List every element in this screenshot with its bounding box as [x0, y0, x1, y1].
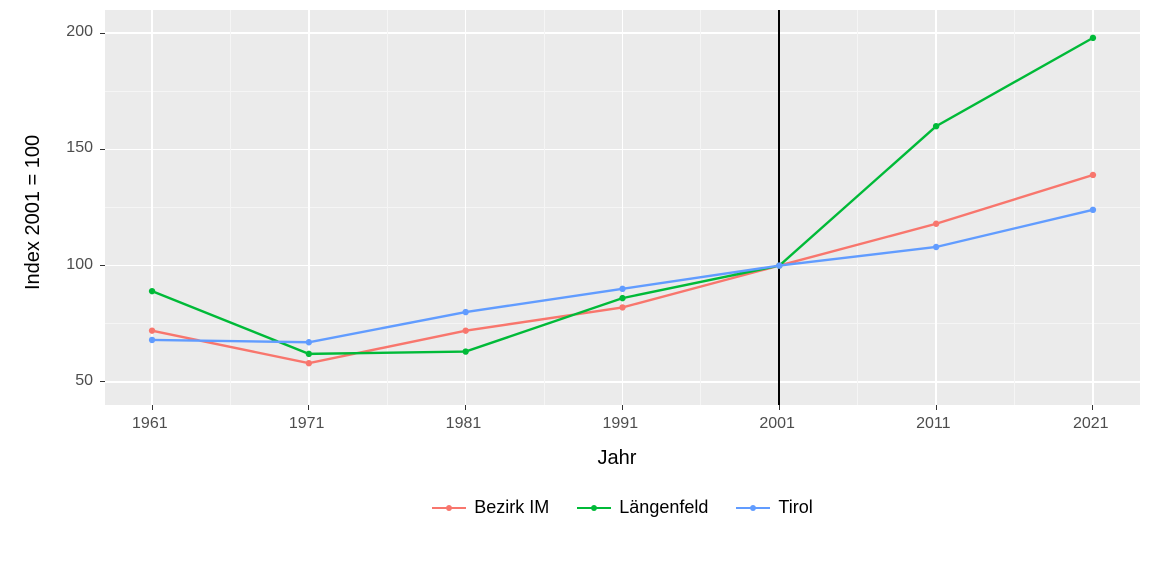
series-point	[1090, 35, 1096, 41]
y-tick-label: 200	[66, 23, 93, 41]
series-point	[933, 123, 939, 129]
legend-swatch	[577, 499, 611, 517]
series-point	[619, 295, 625, 301]
x-tick-label: 2021	[1073, 415, 1109, 433]
x-tick-mark	[465, 405, 466, 410]
x-tick-label: 1991	[603, 415, 639, 433]
series-point	[619, 286, 625, 292]
x-tick-mark	[1092, 405, 1093, 410]
x-tick-label: 2011	[916, 415, 950, 433]
series-point	[462, 309, 468, 315]
x-tick-mark	[779, 405, 780, 410]
y-tick-label: 50	[75, 372, 93, 390]
legend-label: Bezirk IM	[474, 497, 549, 518]
series-point	[1090, 172, 1096, 178]
x-tick-mark	[308, 405, 309, 410]
legend: Bezirk IM Längenfeld Tirol	[105, 497, 1140, 518]
series-point	[1090, 207, 1096, 213]
legend-item: Längenfeld	[577, 497, 708, 518]
y-tick-mark	[100, 33, 105, 34]
series-point	[149, 337, 155, 343]
series-point	[933, 244, 939, 250]
y-tick-label: 150	[66, 139, 93, 157]
legend-label: Längenfeld	[619, 497, 708, 518]
x-tick-label: 2001	[759, 415, 795, 433]
x-tick-label: 1961	[132, 415, 168, 433]
y-tick-mark	[100, 149, 105, 150]
legend-label: Tirol	[778, 497, 812, 518]
y-tick-mark	[100, 381, 105, 382]
series-point	[149, 327, 155, 333]
series-point	[149, 288, 155, 294]
series-point	[619, 304, 625, 310]
series-point	[933, 221, 939, 227]
legend-swatch	[432, 499, 466, 517]
series-point	[462, 327, 468, 333]
series-line	[152, 175, 1093, 363]
plot-lines	[0, 0, 1152, 576]
x-tick-label: 1981	[446, 415, 482, 433]
legend-swatch	[736, 499, 770, 517]
series-point	[776, 262, 782, 268]
series-point	[462, 348, 468, 354]
x-tick-mark	[622, 405, 623, 410]
series-point	[306, 351, 312, 357]
legend-item: Bezirk IM	[432, 497, 549, 518]
series-line	[152, 210, 1093, 342]
series-point	[306, 360, 312, 366]
x-tick-label: 1971	[289, 415, 325, 433]
x-axis-title: Jahr	[598, 447, 637, 470]
x-tick-mark	[152, 405, 153, 410]
y-tick-label: 100	[66, 256, 93, 274]
legend-item: Tirol	[736, 497, 812, 518]
y-tick-mark	[100, 265, 105, 266]
chart-container: Index 2001 = 100 50100150200196119711981…	[0, 0, 1152, 576]
x-tick-mark	[936, 405, 937, 410]
series-point	[306, 339, 312, 345]
